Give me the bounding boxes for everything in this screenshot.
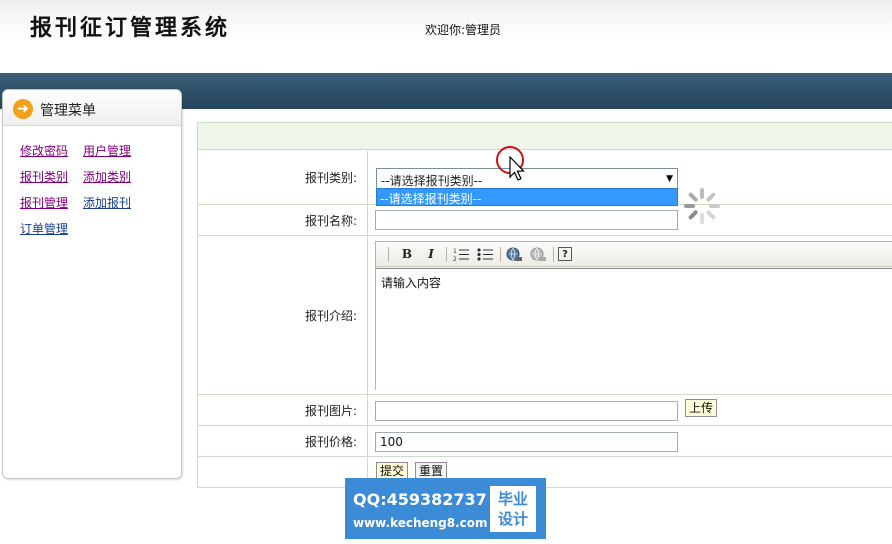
price-input[interactable]: 100: [375, 432, 678, 452]
rich-text-editor: B I 12 ? 请输入内容: [375, 241, 892, 390]
row-image: 报刊图片: 上传: [198, 395, 892, 426]
row-price: 报刊价格: 100: [198, 426, 892, 457]
watermark-tag: 毕业 设计: [490, 486, 536, 532]
welcome-text: 欢迎你:管理员: [425, 23, 502, 37]
toolbar-divider: [388, 247, 389, 262]
mouse-cursor-icon: [496, 146, 525, 181]
row-category: 报刊类别: --请选择报刊类别-- ▼ --请选择报刊类别--: [198, 151, 892, 224]
toolbar-divider: [553, 247, 554, 262]
sidebar-link-periodical-management[interactable]: 报刊管理: [20, 194, 68, 211]
menu-header: ➜ 管理菜单: [3, 90, 181, 126]
watermark-qq: QQ:459382737: [353, 490, 487, 509]
bold-icon[interactable]: B: [398, 246, 416, 263]
menu-title: 管理菜单: [40, 103, 96, 119]
toolbar-divider: [500, 247, 501, 262]
name-input[interactable]: [375, 210, 678, 230]
category-label: 报刊类别:: [198, 151, 368, 204]
unordered-list-icon[interactable]: [476, 246, 494, 263]
category-selected-value: --请选择报刊类别--: [381, 174, 483, 188]
image-path-input[interactable]: [375, 401, 678, 421]
form-title-bar: [198, 123, 892, 150]
sidebar-link-change-password[interactable]: 修改密码: [20, 142, 68, 159]
header: 报刊征订管理系统 欢迎你:管理员: [0, 0, 892, 73]
upload-button[interactable]: 上传: [685, 399, 718, 417]
arrow-right-icon: ➜: [13, 99, 33, 119]
intro-editor-content[interactable]: 请输入内容: [376, 268, 892, 390]
remove-link-icon[interactable]: [529, 246, 547, 263]
toolbar-divider: [446, 247, 447, 262]
image-label: 报刊图片:: [198, 395, 368, 425]
help-icon[interactable]: ?: [558, 247, 572, 261]
row-intro: 报刊介绍: B I 12 ? 请输入内容: [198, 236, 892, 395]
intro-label: 报刊介绍:: [198, 236, 368, 394]
watermark-tag-line2: 设计: [497, 510, 528, 528]
italic-icon[interactable]: I: [422, 246, 440, 263]
sidebar-link-add-periodical[interactable]: 添加报刊: [83, 194, 131, 211]
watermark-tag-line1: 毕业: [497, 490, 528, 508]
watermark-badge: QQ:459382737 www.kecheng8.com 毕业 设计: [345, 478, 546, 539]
sidebar-link-category[interactable]: 报刊类别: [20, 168, 68, 185]
system-title: 报刊征订管理系统: [30, 15, 231, 41]
svg-text:1: 1: [453, 248, 457, 255]
svg-text:2: 2: [453, 256, 457, 263]
ordered-list-icon[interactable]: 12: [452, 246, 470, 263]
sidebar-link-order-management[interactable]: 订单管理: [20, 220, 68, 237]
sidebar-link-add-category[interactable]: 添加类别: [83, 168, 131, 185]
sidebar-menu: ➜ 管理菜单 修改密码 用户管理 报刊类别 添加类别 报刊管理 添加报刊 订单管…: [2, 89, 182, 479]
insert-link-icon[interactable]: [505, 246, 523, 263]
row-name: 报刊名称:: [198, 205, 892, 236]
actions-label: [198, 457, 368, 488]
periodical-form: 报刊类别: --请选择报刊类别-- ▼ --请选择报刊类别-- 报刊名称: 报刊…: [197, 122, 892, 488]
name-label: 报刊名称:: [198, 205, 368, 235]
watermark-url: www.kecheng8.com: [353, 516, 488, 530]
sidebar-link-user-management[interactable]: 用户管理: [83, 142, 131, 159]
editor-toolbar: B I 12 ?: [376, 242, 892, 267]
category-dropdown-option[interactable]: --请选择报刊类别--: [376, 188, 678, 206]
chevron-down-icon[interactable]: ▼: [666, 174, 673, 184]
price-label: 报刊价格:: [198, 426, 368, 456]
